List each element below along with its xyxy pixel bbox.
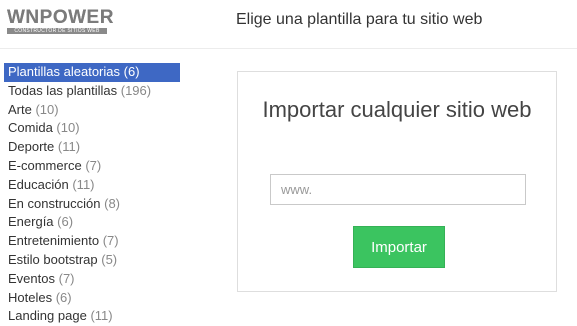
import-site-panel: Importar cualquier sitio web Importar (237, 71, 557, 292)
sidebar-item-e-commerce[interactable]: E-commerce (7) (4, 157, 180, 176)
logo-wordmark: WNPOWER (7, 7, 114, 28)
sidebar-item-count: (10) (56, 120, 80, 136)
sidebar-item-comida[interactable]: Comida (10) (4, 119, 180, 138)
sidebar-item-hoteles[interactable]: Hoteles (6) (4, 289, 180, 308)
sidebar-item-label: En construcción (8, 195, 101, 211)
sidebar-item-arte[interactable]: Arte (10) (4, 101, 180, 120)
sidebar-item-count: (11) (72, 176, 95, 192)
wnpower-logo[interactable]: WNPOWER CONSTRUCTOR DE SITIOS WEB (7, 7, 114, 34)
sidebar-item-entretenimiento[interactable]: Entretenimiento (7) (4, 232, 180, 251)
sidebar-item-count: (7) (102, 233, 119, 249)
page-title: Elige una plantilla para tu sitio web (236, 11, 483, 28)
sidebar-item-label: Entretenimiento (8, 233, 100, 249)
sidebar-item-count: (6) (57, 214, 74, 230)
sidebar-item-count: (7) (58, 270, 75, 286)
sidebar-item-label: Educación (8, 176, 69, 192)
sidebar-item-label: Todas las plantillas (8, 82, 118, 98)
sidebar-item-count: (6) (55, 289, 72, 305)
sidebar-item-label: Comida (8, 120, 53, 136)
sidebar-item-eventos[interactable]: Eventos (7) (4, 270, 180, 289)
sidebar-item-label: Deporte (8, 139, 55, 155)
sidebar-item-label: Energía (8, 214, 54, 230)
sidebar-item-deporte[interactable]: Deporte (11) (4, 138, 180, 157)
sidebar-item-energia[interactable]: Energía (6) (4, 213, 180, 232)
sidebar-item-count: (196) (120, 82, 152, 98)
import-panel-title: Importar cualquier sitio web (262, 97, 532, 122)
import-button[interactable]: Importar (353, 226, 445, 268)
category-sidebar: Plantillas aleatorias (6) Todas las plan… (4, 63, 180, 326)
sidebar-item-count: (7) (85, 157, 102, 173)
website-url-input[interactable] (270, 174, 526, 205)
sidebar-item-count: (5) (101, 251, 118, 267)
sidebar-item-count: (10) (35, 101, 59, 117)
sidebar-item-count: (11) (90, 308, 113, 324)
sidebar-item-todas-las-plantillas[interactable]: Todas las plantillas (196) (4, 82, 180, 101)
sidebar-item-label: Eventos (8, 270, 55, 286)
sidebar-item-count: (6) (123, 64, 140, 79)
sidebar-item-count: (11) (57, 139, 81, 155)
sidebar-item-label: Estilo bootstrap (8, 251, 98, 267)
sidebar-item-en-construccion[interactable]: En construcción (8) (4, 195, 180, 214)
sidebar-item-educacion[interactable]: Educación (11) (4, 176, 180, 195)
sidebar-item-label: E-commerce (8, 157, 82, 173)
sidebar-item-label: Landing page (8, 308, 87, 324)
header-divider (0, 48, 577, 49)
sidebar-item-estilo-bootstrap[interactable]: Estilo bootstrap (5) (4, 251, 180, 270)
sidebar-item-label: Hoteles (8, 289, 53, 305)
sidebar-item-plantillas-aleatorias[interactable]: Plantillas aleatorias (6) (4, 63, 180, 82)
sidebar-item-label: Plantillas aleatorias (8, 64, 121, 79)
sidebar-item-landing-page[interactable]: Landing page (11) (4, 307, 180, 326)
sidebar-item-count: (8) (104, 195, 121, 211)
sidebar-item-label: Arte (8, 101, 32, 117)
logo-tagline: CONSTRUCTOR DE SITIOS WEB (7, 28, 107, 34)
